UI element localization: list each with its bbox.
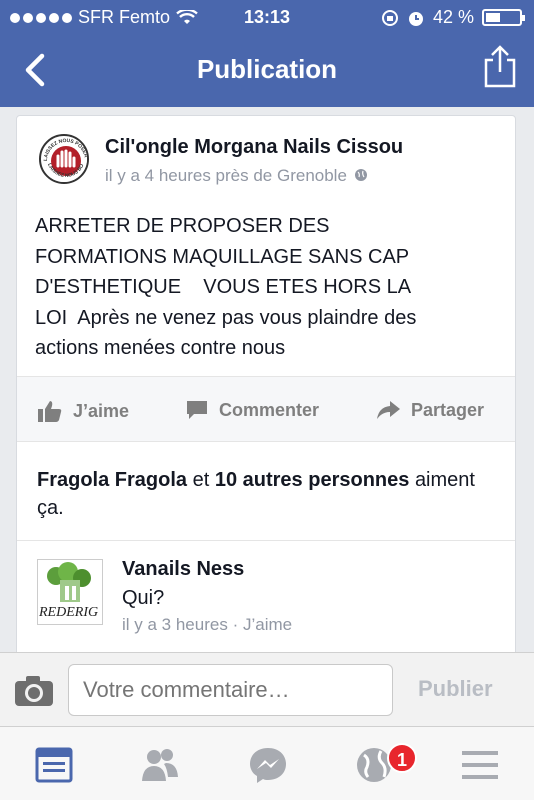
page-title: Publication <box>196 54 338 84</box>
comment-author[interactable]: Vanails Ness <box>122 558 244 581</box>
battery-icon <box>482 9 525 26</box>
post-meta: il y a 4 heures près de Grenoble <box>105 166 368 186</box>
friends-icon[interactable] <box>140 745 180 785</box>
status-bar: SFR Femto 13:13 42 % <box>0 0 534 34</box>
comment-like-link[interactable]: J’aime <box>243 615 292 634</box>
alarm-icon <box>408 11 423 26</box>
status-right: 42 % <box>381 7 525 28</box>
comment-input[interactable] <box>68 664 393 716</box>
post-meta-text: il y a 4 heures près de Grenoble <box>105 166 347 185</box>
commenter-avatar[interactable]: REDERIG <box>37 559 103 625</box>
publish-button[interactable]: Publier <box>418 676 493 702</box>
rotation-lock-icon <box>381 9 398 26</box>
commenter-avatar-logo: REDERIG <box>38 560 102 624</box>
post-author[interactable]: Cil'ongle Morgana Nails Cissou <box>105 136 403 159</box>
likes-summary: Fragola Fragola et 10 autres personnes a… <box>37 466 487 522</box>
likes-connector: et <box>192 469 210 491</box>
comment-separator: · <box>232 615 239 634</box>
action-bar: J’aime Commenter Partager <box>17 376 515 442</box>
comment-time: il y a 3 heures <box>122 615 228 634</box>
comment-label: Commenter <box>219 399 320 420</box>
news-feed-icon[interactable] <box>34 745 74 785</box>
divider <box>17 540 515 541</box>
commenter-avatar-text: REDERIG <box>38 605 98 620</box>
battery-percent: 42 % <box>432 7 474 27</box>
comment-icon <box>187 401 207 419</box>
comment-meta: il y a 3 heures · J’aime <box>122 615 292 635</box>
comment-text: Qui? <box>122 587 165 609</box>
messenger-icon[interactable] <box>248 745 288 785</box>
likes-name[interactable]: Fragola Fragola <box>37 469 187 491</box>
globe-icon <box>354 169 367 181</box>
author-avatar[interactable]: LAISSEZ NOUS POSER LAISSEZ NOUS BOSSER ! <box>39 134 89 184</box>
post-card: LAISSEZ NOUS POSER LAISSEZ NOUS BOSSER !… <box>16 115 516 675</box>
like-button[interactable]: J’aime <box>37 399 129 423</box>
avatar-logo: LAISSEZ NOUS POSER LAISSEZ NOUS BOSSER ! <box>41 136 87 182</box>
share-button[interactable]: Partager <box>375 399 484 421</box>
camera-icon[interactable] <box>14 675 54 707</box>
share-arrow-icon <box>377 401 400 419</box>
tab-bar: 1 <box>0 726 534 800</box>
comment-composer: Publier <box>0 652 534 726</box>
share-label: Partager <box>411 399 485 420</box>
notifications-badge: 1 <box>387 743 417 773</box>
likes-others[interactable]: 10 autres personnes <box>215 469 410 491</box>
nav-bar: Publication <box>0 34 534 107</box>
share-icon[interactable] <box>482 44 518 88</box>
header: SFR Femto 13:13 42 % Publication <box>0 0 534 107</box>
post-text: ARRETER DE PROPOSER DES FORMATIONS MAQUI… <box>35 215 417 359</box>
like-icon <box>38 401 62 422</box>
menu-icon[interactable] <box>460 745 500 785</box>
like-label: J’aime <box>73 400 130 421</box>
comment-button[interactable]: Commenter <box>185 399 319 421</box>
